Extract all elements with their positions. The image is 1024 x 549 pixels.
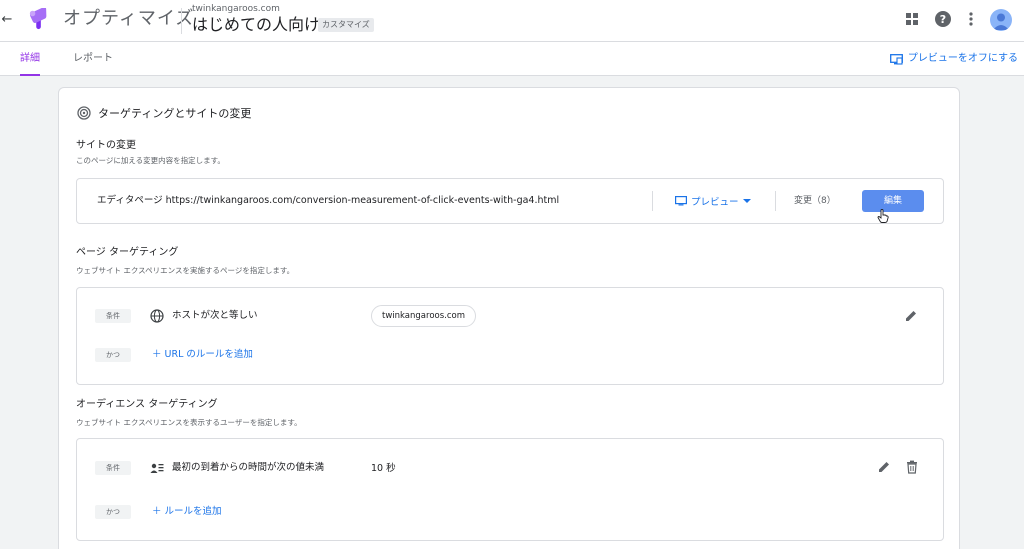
site-changes-title: サイトの変更	[76, 140, 136, 151]
optimize-logo-icon	[29, 8, 47, 30]
condition-badge: 条件	[95, 309, 131, 323]
back-arrow-icon[interactable]: ←	[0, 10, 14, 30]
audience-targeting-box: 条件 最初の到着からの時間が次の値未満 10 秒 かつ ＋ ルールを追加	[76, 438, 944, 541]
page-targeting-description: ウェブサイト エクスペリエンスを実施するページを指定します。	[76, 266, 295, 275]
host-value-chip[interactable]: twinkangaroos.com	[371, 305, 476, 327]
experience-type-chip: カスタマイズ	[318, 18, 374, 32]
divider	[652, 191, 653, 211]
audience-list-icon	[150, 463, 164, 473]
targeting-card: ターゲティングとサイトの変更 サイトの変更 このページに加える変更内容を指定しま…	[58, 87, 960, 549]
target-icon	[77, 106, 91, 120]
site-changes-box: エディタページ https://twinkangaroos.com/conver…	[76, 178, 944, 224]
audience-targeting-description: ウェブサイト エクスペリエンスを表示するユーザーを指定します。	[76, 418, 302, 427]
audience-targeting-title: オーディエンス ターゲティング	[76, 399, 218, 410]
add-url-rule-link[interactable]: ＋ URL のルールを追加	[152, 348, 253, 362]
preview-label: プレビュー	[691, 197, 739, 208]
divider	[775, 191, 776, 211]
svg-text:?: ?	[940, 13, 946, 26]
add-audience-rule-link[interactable]: ＋ ルールを追加	[152, 505, 222, 519]
container-domain: twinkangaroos.com	[192, 4, 280, 14]
header-divider	[181, 8, 182, 34]
edit-pencil-icon[interactable]	[904, 309, 918, 323]
plus-icon: ＋	[152, 506, 165, 517]
and-badge: かつ	[95, 348, 131, 362]
edit-pencil-icon[interactable]	[877, 460, 891, 474]
condition-badge: 条件	[95, 461, 131, 475]
card-header: ターゲティングとサイトの変更	[77, 105, 251, 121]
delete-trash-icon[interactable]	[905, 460, 919, 474]
site-changes-description: このページに加える変更内容を指定します。	[76, 156, 225, 165]
add-rule-label: ルールを追加	[164, 506, 222, 517]
preview-monitor-icon	[889, 53, 903, 65]
changes-count: 変更（8）	[794, 196, 836, 206]
tab-report[interactable]: レポート	[73, 42, 113, 76]
hand-cursor-icon	[877, 209, 889, 223]
condition-text: 最初の到着からの時間が次の値未満	[172, 462, 325, 473]
tab-details[interactable]: 詳細	[20, 42, 40, 76]
condition-value: 10 秒	[371, 463, 396, 474]
account-avatar[interactable]	[990, 9, 1012, 31]
card-title: ターゲティングとサイトの変更	[98, 107, 252, 120]
more-vert-icon[interactable]	[962, 10, 980, 28]
preview-off-link[interactable]: プレビューをオフにする	[889, 52, 1018, 66]
app-name: オプティマイズ	[63, 8, 195, 29]
and-badge: かつ	[95, 505, 131, 519]
chevron-down-icon	[742, 199, 751, 203]
experience-title: はじめての人向け	[192, 15, 321, 34]
help-icon[interactable]: ?	[934, 10, 952, 28]
globe-icon	[150, 309, 164, 323]
condition-text: ホストが次と等しい	[172, 310, 258, 321]
add-url-rule-label: URL のルールを追加	[164, 349, 253, 360]
editor-page-url: エディタページ https://twinkangaroos.com/conver…	[97, 195, 560, 206]
person-icon	[993, 13, 1009, 30]
preview-dropdown-button[interactable]: プレビュー	[675, 193, 751, 209]
preview-off-label: プレビューをオフにする	[907, 53, 1018, 64]
page-targeting-box: 条件 ホストが次と等しい twinkangaroos.com かつ ＋ URL …	[76, 287, 944, 385]
edit-button[interactable]: 編集	[862, 190, 924, 212]
preview-monitor-icon	[675, 196, 687, 206]
top-app-bar: ← オプティマイズ twinkangaroos.com はじめての人向け カスタ…	[0, 0, 1024, 42]
tab-bar: 詳細 レポート プレビューをオフにする	[0, 42, 1024, 76]
page-targeting-title: ページ ターゲティング	[76, 247, 179, 258]
plus-icon: ＋	[152, 349, 165, 360]
apps-grid-icon[interactable]	[903, 10, 921, 28]
